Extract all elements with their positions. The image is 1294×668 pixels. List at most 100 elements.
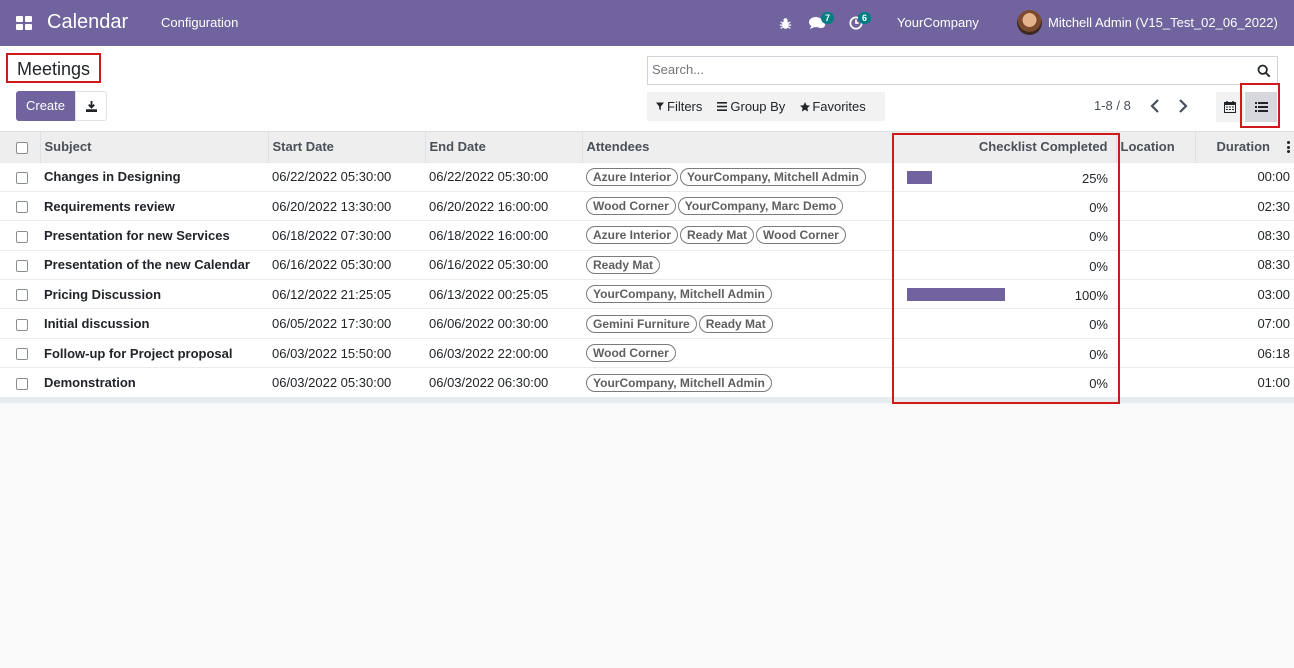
row-checkbox[interactable] (16, 230, 28, 243)
cell-checklist-completed[interactable]: 0% (892, 338, 1116, 367)
cell-location[interactable] (1116, 280, 1195, 309)
select-all-checkbox-cell[interactable] (0, 132, 40, 162)
optional-columns-toggle-icon[interactable] (1286, 141, 1290, 153)
avatar[interactable] (1017, 10, 1042, 35)
cell-end-date[interactable]: 06/18/2022 16:00:00 (425, 221, 582, 250)
cell-subject[interactable]: Demonstration (40, 368, 268, 397)
attendee-tag[interactable]: Azure Interior (586, 167, 679, 186)
cell-subject[interactable]: Pricing Discussion (40, 280, 268, 309)
row-checkbox-cell[interactable] (0, 221, 40, 250)
cell-checklist-completed[interactable]: 0% (892, 191, 1116, 220)
list-view-button[interactable] (1245, 92, 1277, 122)
attendee-tag[interactable]: Azure Interior (586, 226, 679, 245)
cell-end-date[interactable]: 06/06/2022 00:30:00 (425, 309, 582, 338)
row-checkbox-cell[interactable] (0, 280, 40, 309)
cell-subject[interactable]: Presentation for new Services (40, 221, 268, 250)
cell-location[interactable] (1116, 309, 1195, 338)
cell-subject[interactable]: Requirements review (40, 191, 268, 220)
cell-attendees[interactable]: Azure Interior YourCompany, Mitchell Admi… (582, 162, 892, 191)
search-input[interactable] (652, 62, 1242, 77)
row-checkbox[interactable] (16, 318, 28, 331)
cell-end-date[interactable]: 06/22/2022 05:30:00 (425, 162, 582, 191)
user-menu[interactable]: Mitchell Admin (V15_Test_02_06_2022) (1048, 15, 1278, 30)
create-button[interactable]: Create (16, 91, 75, 121)
cell-attendees[interactable]: YourCompany, Mitchell Admin (582, 280, 892, 309)
cell-attendees[interactable]: YourCompany, Mitchell Admin (582, 368, 892, 397)
cell-duration[interactable]: 07:00 (1195, 309, 1294, 338)
cell-end-date[interactable]: 06/03/2022 22:00:00 (425, 338, 582, 367)
attendee-tag[interactable]: Wood Corner (586, 197, 676, 216)
row-checkbox[interactable] (16, 348, 28, 361)
cell-checklist-completed[interactable]: 0% (892, 368, 1116, 397)
attendee-tag[interactable]: YourCompany, Mitchell Admin (586, 285, 772, 304)
cell-start-date[interactable]: 06/16/2022 05:30:00 (268, 250, 425, 279)
attendee-tag[interactable]: YourCompany, Mitchell Admin (680, 167, 866, 186)
table-row[interactable]: Demonstration 06/03/2022 05:30:00 06/03/20… (0, 367, 1294, 397)
header-subject[interactable]: Subject (39, 132, 268, 162)
cell-checklist-completed[interactable]: 0% (892, 309, 1116, 338)
row-checkbox-cell[interactable] (0, 162, 40, 191)
app-grid-icon[interactable] (16, 16, 32, 30)
cell-start-date[interactable]: 06/18/2022 07:30:00 (268, 221, 425, 250)
cell-location[interactable] (1116, 162, 1195, 191)
attendee-tag[interactable]: YourCompany, Mitchell Admin (586, 373, 772, 392)
filters-dropdown[interactable]: Filters (647, 92, 708, 121)
cell-start-date[interactable]: 06/03/2022 05:30:00 (268, 368, 425, 397)
cell-attendees[interactable]: Wood Corner YourCompany, Marc Demo (582, 191, 892, 220)
cell-duration[interactable]: 08:30 (1195, 221, 1294, 250)
cell-start-date[interactable]: 06/05/2022 17:30:00 (268, 309, 425, 338)
cell-end-date[interactable]: 06/20/2022 16:00:00 (425, 191, 582, 220)
menu-configuration[interactable]: Configuration (161, 15, 238, 30)
table-row[interactable]: Changes in Designing 06/22/2022 05:30:00 0… (0, 162, 1294, 191)
row-checkbox[interactable] (16, 377, 28, 390)
cell-duration[interactable]: 03:00 (1195, 280, 1294, 309)
row-checkbox[interactable] (16, 259, 28, 272)
row-checkbox-cell[interactable] (0, 368, 40, 397)
cell-location[interactable] (1116, 191, 1195, 220)
header-start-date[interactable]: Start Date (267, 132, 425, 162)
cell-start-date[interactable]: 06/22/2022 05:30:00 (268, 162, 425, 191)
cell-duration[interactable]: 01:00 (1195, 368, 1294, 397)
header-attendees[interactable]: Attendees (581, 132, 892, 162)
table-row[interactable]: Follow-up for Project proposal 06/03/2022… (0, 338, 1294, 367)
attendee-tag[interactable]: Ready Mat (586, 255, 661, 274)
attendee-tag[interactable]: Wood Corner (586, 344, 676, 363)
row-checkbox-cell[interactable] (0, 191, 40, 220)
cell-subject[interactable]: Initial discussion (40, 309, 268, 338)
header-checklist-completed[interactable]: Checklist Completed (891, 132, 1116, 162)
cell-location[interactable] (1116, 221, 1195, 250)
cell-duration[interactable]: 08:30 (1195, 250, 1294, 279)
row-checkbox[interactable] (16, 289, 28, 302)
company-switcher[interactable]: YourCompany (897, 15, 979, 30)
row-checkbox-cell[interactable] (0, 309, 40, 338)
cell-start-date[interactable]: 06/20/2022 13:30:00 (268, 191, 425, 220)
row-checkbox-cell[interactable] (0, 250, 40, 279)
export-download-button[interactable] (75, 91, 107, 121)
header-end-date[interactable]: End Date (424, 132, 582, 162)
cell-location[interactable] (1116, 368, 1195, 397)
select-all-checkbox[interactable] (16, 141, 28, 154)
pager-value[interactable]: 1-8 / 8 (1094, 98, 1131, 113)
cell-duration[interactable]: 06:18 (1195, 338, 1294, 367)
debug-icon[interactable] (779, 0, 792, 46)
row-checkbox-cell[interactable] (0, 338, 40, 367)
chevron-right-icon[interactable] (1176, 97, 1190, 115)
app-name[interactable]: Calendar (47, 11, 128, 34)
cell-duration[interactable]: 02:30 (1195, 191, 1294, 220)
chevron-left-icon[interactable] (1148, 97, 1162, 115)
cell-attendees[interactable]: Wood Corner (582, 338, 892, 367)
cell-end-date[interactable]: 06/16/2022 05:30:00 (425, 250, 582, 279)
cell-attendees[interactable]: Ready Mat (582, 250, 892, 279)
row-checkbox[interactable] (16, 171, 28, 184)
table-row[interactable]: Presentation for new Services 06/18/2022 … (0, 220, 1294, 250)
attendee-tag[interactable]: Ready Mat (680, 226, 755, 245)
cell-start-date[interactable]: 06/03/2022 15:50:00 (268, 338, 425, 367)
cell-subject[interactable]: Changes in Designing (40, 162, 268, 191)
cell-end-date[interactable]: 06/03/2022 06:30:00 (425, 368, 582, 397)
table-row[interactable]: Initial discussion 06/05/2022 17:30:00 06/… (0, 308, 1294, 338)
cell-attendees[interactable]: Azure Interior Ready Mat Wood Corner (582, 221, 892, 250)
cell-checklist-completed[interactable]: 0% (892, 250, 1116, 279)
cell-location[interactable] (1116, 250, 1195, 279)
table-row[interactable]: Pricing Discussion 06/12/2022 21:25:05 06/… (0, 279, 1294, 309)
cell-duration[interactable]: 00:00 (1195, 162, 1294, 191)
